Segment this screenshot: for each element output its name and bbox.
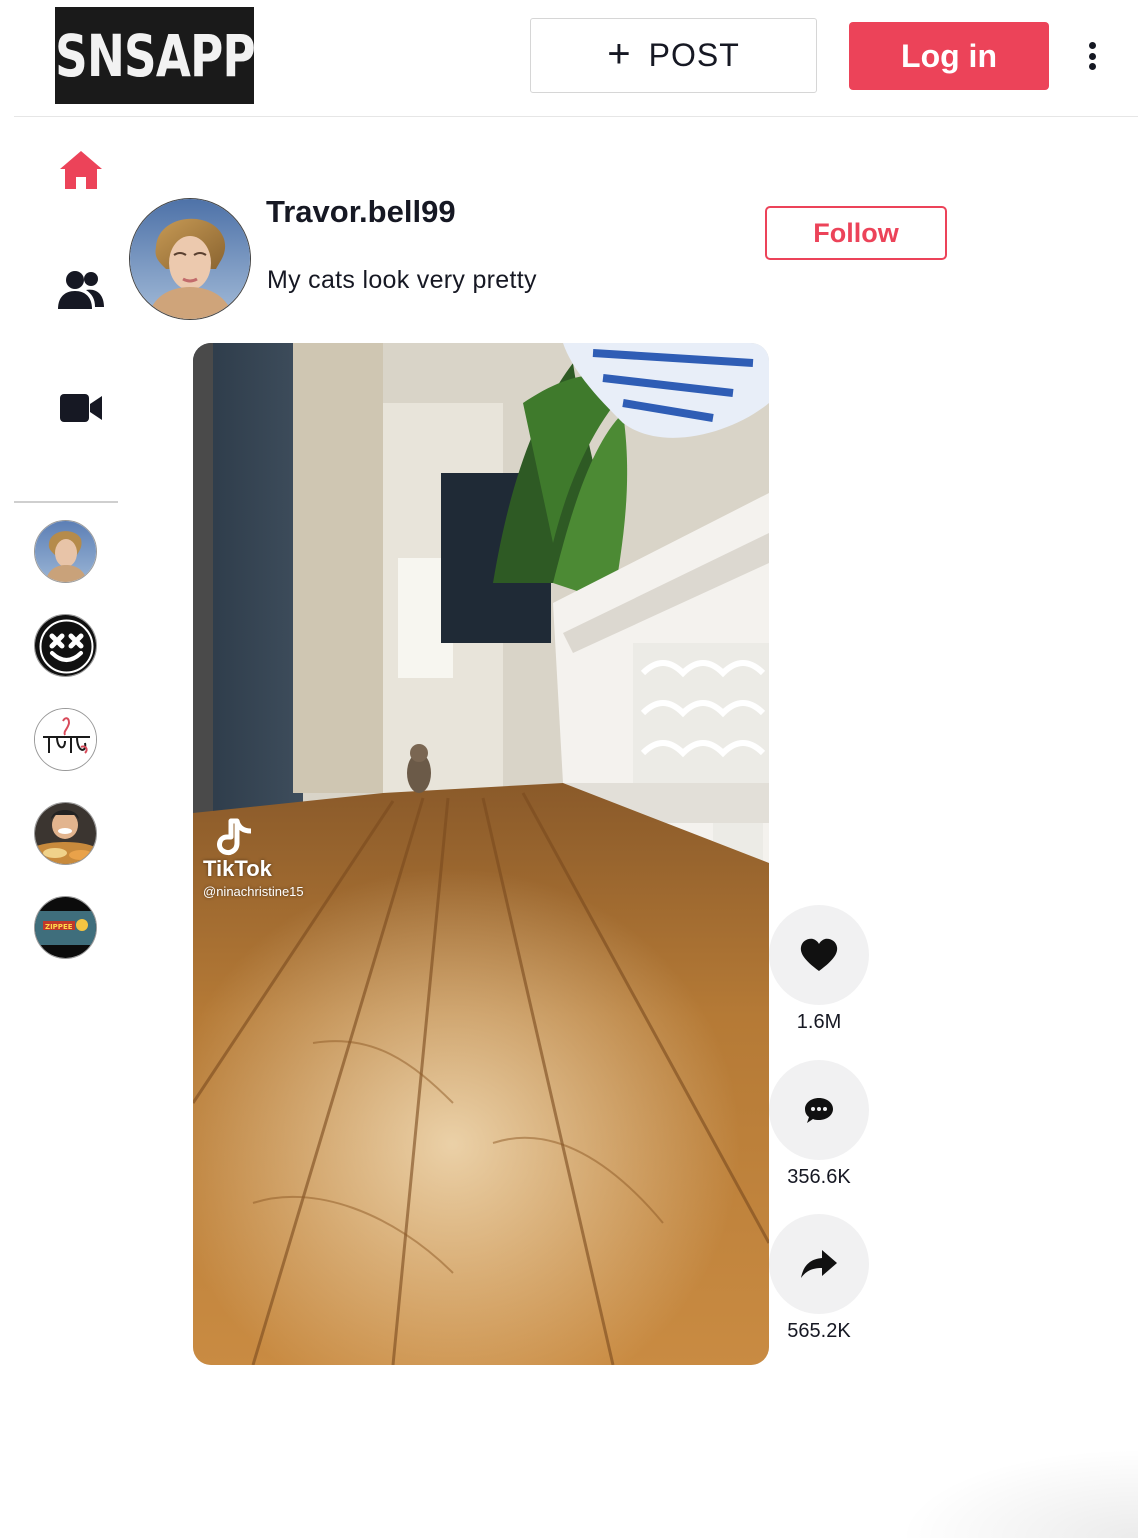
- plus-icon: +: [607, 31, 631, 76]
- share-count: 565.2K: [787, 1320, 851, 1342]
- post-username[interactable]: Travor.bell99: [266, 194, 456, 230]
- followed-account-avatar[interactable]: [34, 614, 97, 677]
- corner-shadow: [898, 1448, 1138, 1538]
- like-button[interactable]: [769, 905, 869, 1005]
- video-camera-icon[interactable]: [56, 383, 106, 433]
- sidebar-divider: [14, 501, 118, 503]
- post-author-avatar[interactable]: [129, 198, 251, 320]
- watermark-brand: TikTok: [203, 856, 272, 881]
- followed-account-avatar[interactable]: [34, 802, 97, 865]
- follow-button[interactable]: Follow: [765, 206, 947, 260]
- share-action: 565.2K: [769, 1214, 869, 1343]
- like-count: 1.6M: [796, 1011, 842, 1033]
- users-icon[interactable]: [56, 265, 106, 315]
- post-button[interactable]: + POST: [530, 18, 817, 93]
- followed-account-avatar[interactable]: [34, 520, 97, 583]
- svg-text:ZIPPEE: ZIPPEE: [45, 923, 73, 931]
- followed-account-avatar[interactable]: [34, 708, 97, 771]
- video-frame: [193, 343, 769, 1365]
- comment-action: 356.6K: [769, 1060, 869, 1189]
- video-player[interactable]: TikTok @ninachristine15: [193, 343, 769, 1365]
- like-action: 1.6M: [769, 905, 869, 1034]
- video-watermark: TikTok @ninachristine15: [203, 856, 304, 899]
- home-icon[interactable]: [56, 145, 106, 195]
- followed-account-avatar[interactable]: ZIPPEE: [34, 896, 97, 959]
- post-caption: My cats look very pretty: [267, 266, 537, 294]
- heart-icon: [800, 938, 838, 971]
- app-logo[interactable]: SNSAPP: [54, 7, 255, 104]
- comment-button[interactable]: [769, 1060, 869, 1160]
- login-button[interactable]: Log in: [849, 22, 1049, 90]
- post-button-label: POST: [648, 37, 740, 73]
- logo-text: SNSAPP: [54, 21, 255, 90]
- watermark-handle: @ninachristine15: [203, 884, 304, 899]
- share-button[interactable]: [769, 1214, 869, 1314]
- more-options-icon[interactable]: [1082, 36, 1102, 76]
- share-arrow-icon: [801, 1250, 837, 1278]
- comment-count: 356.6K: [787, 1166, 851, 1188]
- comment-icon: [805, 1098, 833, 1123]
- top-bar: SNSAPP + POST Log in: [14, 0, 1138, 117]
